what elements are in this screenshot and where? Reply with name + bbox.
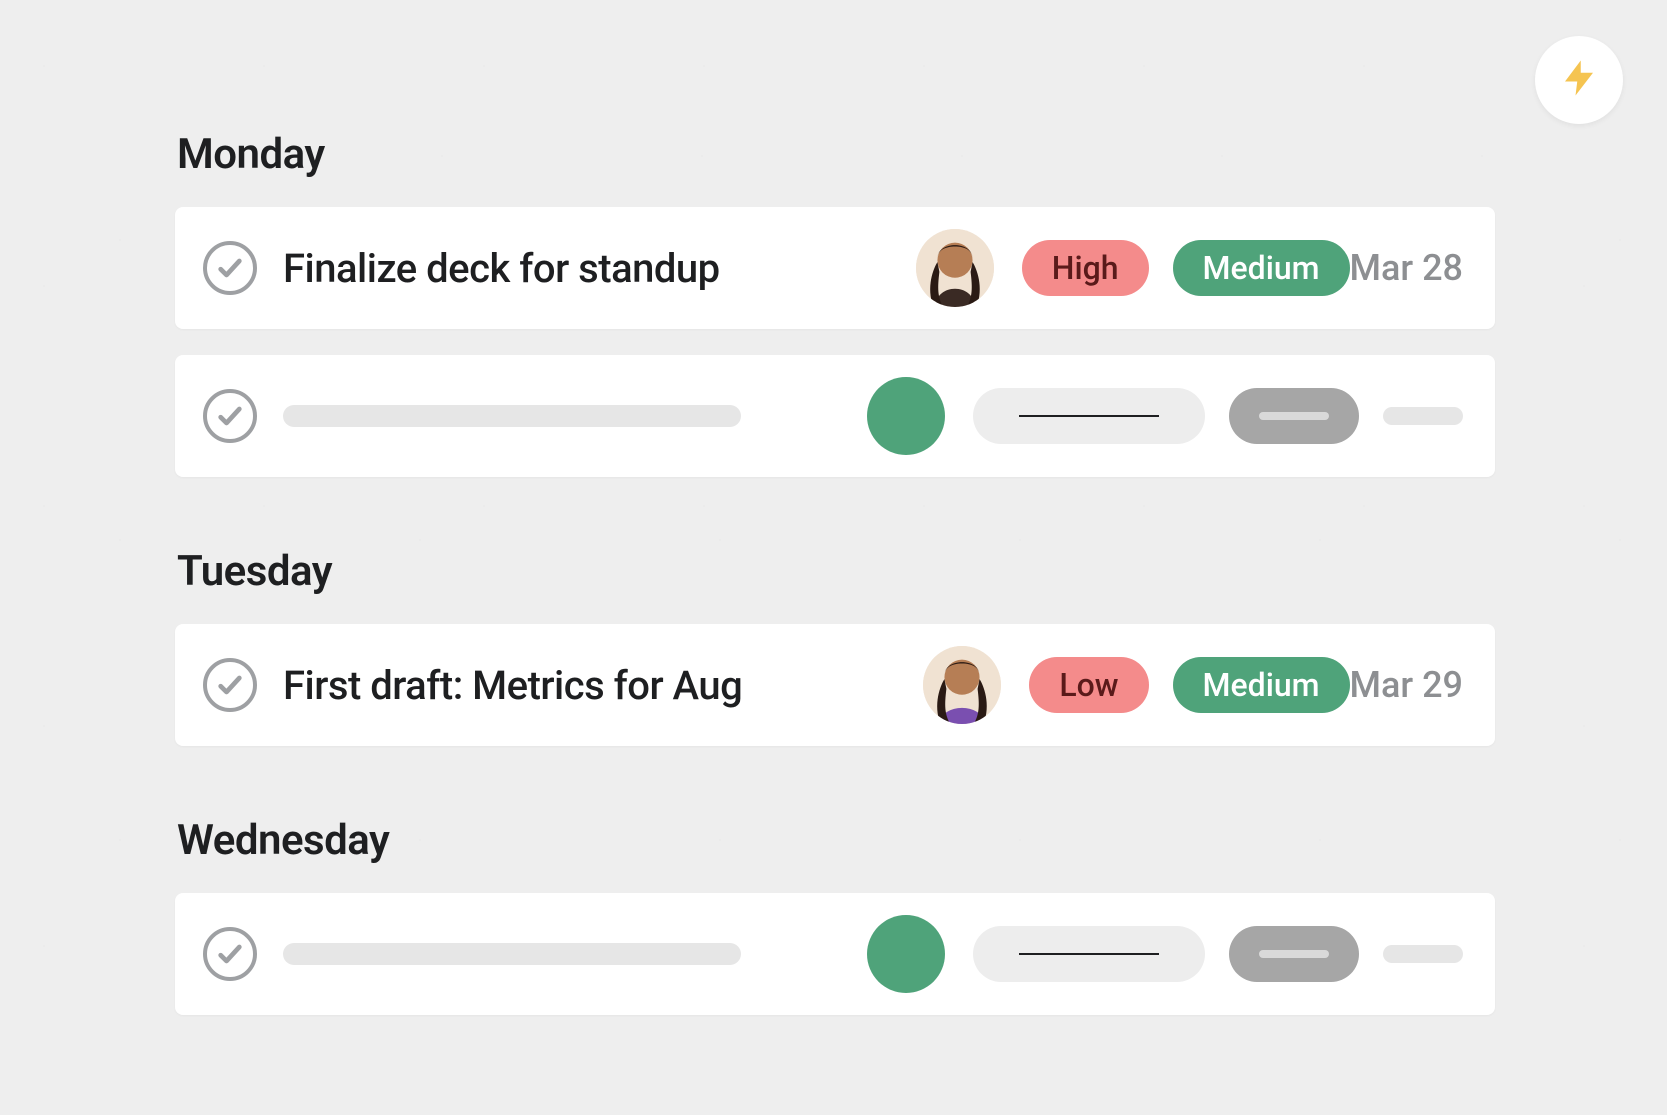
section-wednesday: Wednesday: [175, 816, 1495, 1015]
due-date: Mar 29: [1350, 664, 1463, 706]
check-icon: [216, 254, 244, 282]
section-tuesday: Tuesday First draft: Metrics for Aug Low: [175, 547, 1495, 746]
placeholder-title: [283, 943, 741, 965]
section-title: Monday: [177, 130, 1495, 179]
priority-pill[interactable]: High: [1022, 240, 1149, 296]
effort-pill[interactable]: Medium: [1173, 240, 1350, 296]
task-row[interactable]: Finalize deck for standup High Medium Ma…: [175, 207, 1495, 329]
check-icon: [216, 402, 244, 430]
complete-checkbox[interactable]: [203, 389, 257, 443]
complete-checkbox[interactable]: [203, 658, 257, 712]
task-row-placeholder[interactable]: [175, 893, 1495, 1015]
placeholder-avatar: [867, 377, 945, 455]
placeholder-pill: [973, 926, 1205, 982]
avatar-user-icon: [916, 229, 994, 307]
avatar-user-icon: [923, 646, 1001, 724]
rules-fab[interactable]: [1535, 36, 1623, 124]
placeholder-date: [1383, 945, 1463, 963]
assignee-avatar[interactable]: [923, 646, 1001, 724]
task-row-placeholder[interactable]: [175, 355, 1495, 477]
section-title: Tuesday: [177, 547, 1495, 596]
placeholder-pill: [1229, 388, 1359, 444]
effort-pill[interactable]: Medium: [1173, 657, 1350, 713]
check-icon: [216, 671, 244, 699]
section-title: Wednesday: [177, 816, 1495, 865]
priority-pill[interactable]: Low: [1029, 657, 1148, 713]
placeholder-avatar: [867, 915, 945, 993]
assignee-avatar[interactable]: [916, 229, 994, 307]
placeholder-title: [283, 405, 741, 427]
due-date: Mar 28: [1350, 247, 1463, 289]
placeholder-date: [1383, 407, 1463, 425]
task-list: Monday Finalize deck for standup High: [175, 130, 1495, 1085]
task-title: First draft: Metrics for Aug: [283, 662, 923, 709]
complete-checkbox[interactable]: [203, 241, 257, 295]
placeholder-pill: [1229, 926, 1359, 982]
placeholder-pill: [973, 388, 1205, 444]
check-icon: [216, 940, 244, 968]
task-row[interactable]: First draft: Metrics for Aug Low Medium …: [175, 624, 1495, 746]
complete-checkbox[interactable]: [203, 927, 257, 981]
section-monday: Monday Finalize deck for standup High: [175, 130, 1495, 477]
task-title: Finalize deck for standup: [283, 245, 916, 292]
lightning-icon: [1558, 57, 1600, 103]
